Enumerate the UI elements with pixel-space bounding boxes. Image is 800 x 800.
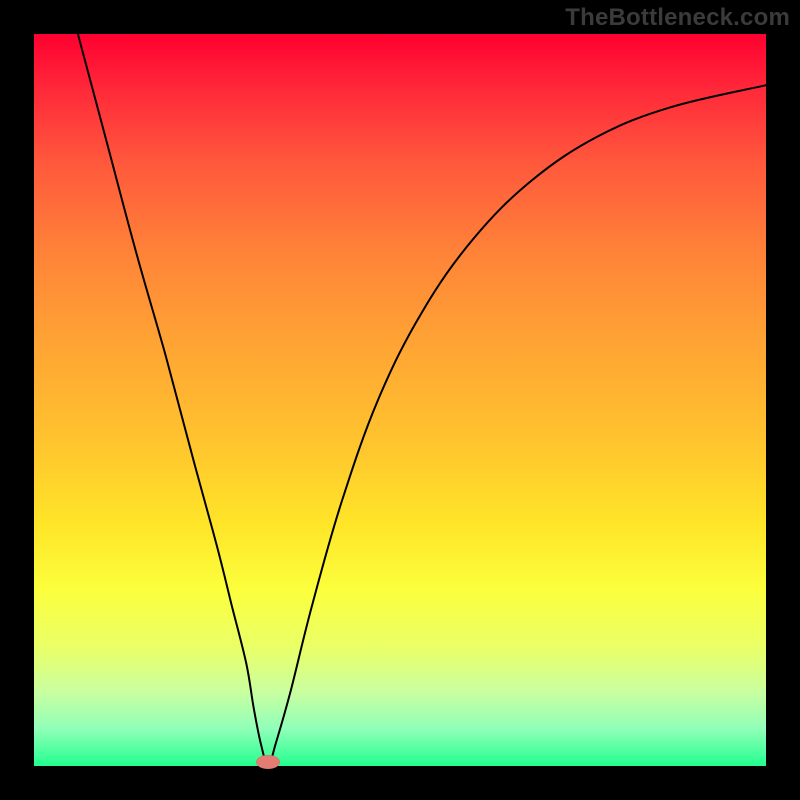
chart-frame: TheBottleneck.com [0,0,800,800]
bottleneck-curve [34,34,766,766]
valley-marker-icon [256,755,280,769]
watermark-text: TheBottleneck.com [565,4,790,32]
